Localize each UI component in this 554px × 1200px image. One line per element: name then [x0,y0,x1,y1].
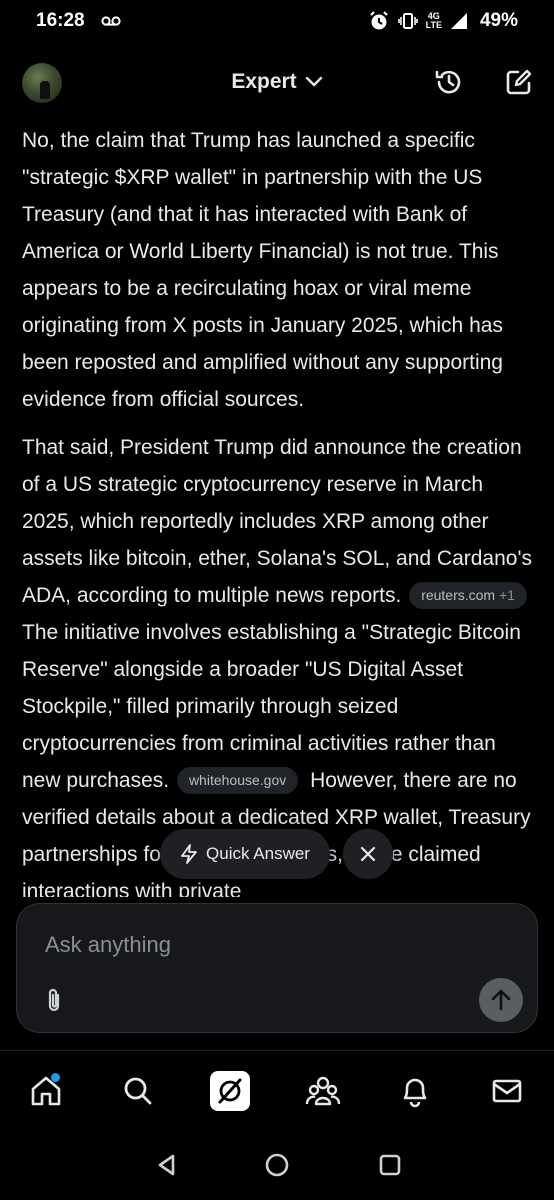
history-icon[interactable] [433,66,465,98]
nav-search[interactable] [118,1071,158,1111]
close-quick-answer-button[interactable] [343,829,393,879]
model-label: Expert [231,70,297,93]
voicemail-icon [101,16,121,26]
vibrate-icon [397,13,418,29]
nav-messages[interactable] [487,1071,527,1111]
alarm-icon [369,11,388,30]
paperclip-icon[interactable] [41,986,67,1016]
lightning-icon [181,844,197,864]
search-icon [124,1077,152,1105]
communities-icon [305,1076,341,1106]
status-time: 16:28 [36,10,85,31]
nav-notifications[interactable] [395,1071,435,1111]
response-content: No, the claim that Trump has launched a … [22,122,537,897]
status-bar: 16:28 4G LTE 49% [0,0,554,42]
signal-icon [450,13,467,29]
status-icons: 4G LTE 49% [368,10,518,32]
new-chat-icon[interactable] [503,66,535,98]
recents-icon[interactable] [375,1150,405,1180]
battery-percent: 49% [479,10,518,31]
notification-dot [51,1073,60,1082]
grok-icon [218,1078,242,1104]
bell-icon [403,1078,427,1108]
close-icon [360,846,376,862]
nav-communities[interactable] [303,1071,343,1111]
network-type: 4G LTE [425,11,442,30]
nav-home[interactable] [26,1071,66,1111]
composer [16,903,538,1033]
nav-grok[interactable] [210,1071,250,1111]
response-paragraph: No, the claim that Trump has launched a … [22,129,503,411]
source-chip-reuters[interactable]: reuters.com +1 [409,582,527,609]
quick-answer-button[interactable]: Quick Answer [160,829,330,879]
grok-tile [210,1071,250,1111]
ask-input[interactable] [45,928,485,962]
response-paragraph: That said, President Trump did announce … [22,429,537,897]
source-chip-whitehouse[interactable]: whitehouse.gov [176,767,299,794]
send-button[interactable] [479,978,523,1022]
arrow-up-icon [491,989,511,1011]
mail-icon [492,1079,522,1103]
home-circle-icon[interactable] [262,1150,292,1180]
system-nav [0,1130,554,1200]
back-icon[interactable] [152,1150,182,1180]
header: Expert [0,52,554,114]
avatar[interactable] [22,63,62,103]
quick-answer-label: Quick Answer [206,844,310,863]
model-selector[interactable]: Expert [217,70,337,94]
chevron-down-icon [305,76,322,87]
bottom-nav [0,1050,554,1130]
